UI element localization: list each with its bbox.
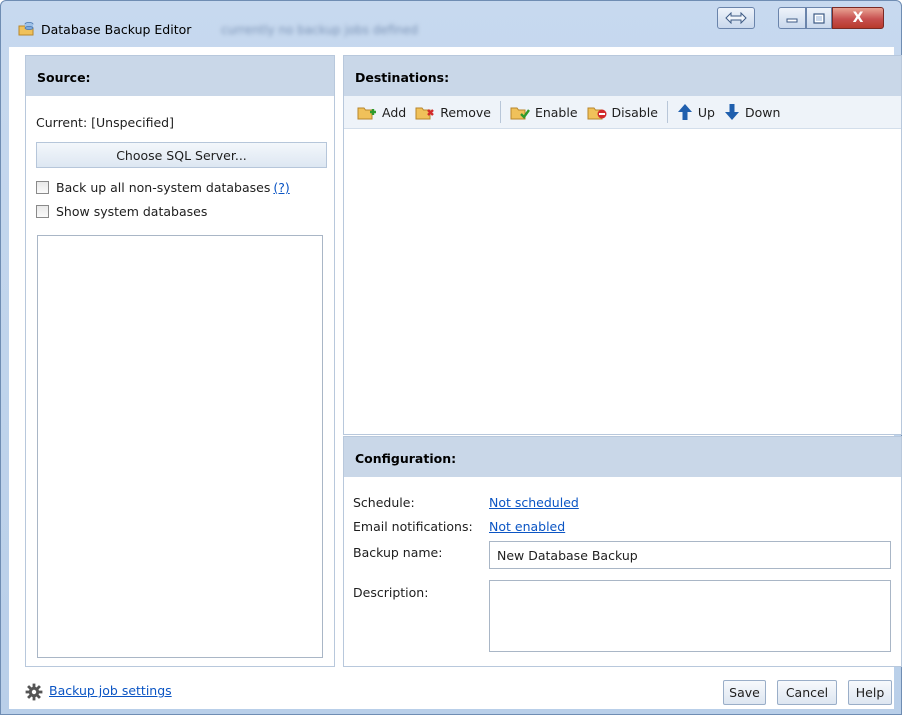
gear-icon [25,683,43,701]
current-value: [Unspecified] [91,115,174,130]
minimize-button[interactable] [778,7,806,29]
email-notifications-link[interactable]: Not enabled [489,519,565,534]
move-up-button[interactable]: Up [677,103,715,121]
remove-destination-button[interactable]: Remove [415,104,491,120]
swap-window-button[interactable] [717,7,755,29]
backup-all-help-link[interactable]: (?) [273,180,289,195]
window-title: Database Backup Editor [41,22,192,37]
destinations-panel: Destinations: Add Remove Enable Disable … [343,55,902,435]
enable-label: Enable [534,104,578,120]
editor-client-area: Source: Current: [Unspecified] Choose SQ… [9,47,902,709]
backup-name-input[interactable]: New Database Backup [489,541,891,569]
backup-name-label: Backup name: [353,545,443,560]
description-input[interactable] [489,580,891,652]
cancel-button[interactable]: Cancel [777,680,837,705]
minimize-icon [786,18,798,23]
database-backup-icon [18,22,34,36]
up-label: Up [697,104,715,120]
schedule-label: Schedule: [353,495,415,510]
backup-all-label: Back up all non-system databases [56,180,271,195]
save-button[interactable]: Save [723,680,766,705]
source-panel: Source: Current: [Unspecified] Choose SQ… [25,55,335,667]
remove-label: Remove [440,104,491,120]
add-destination-button[interactable]: Add [357,104,406,120]
source-header: Source: [26,56,334,96]
destinations-toolbar: Add Remove Enable Disable Up Down [344,96,901,129]
choose-sql-server-button[interactable]: Choose SQL Server... [36,142,327,168]
move-down-button[interactable]: Down [724,103,780,121]
show-system-checkbox[interactable] [36,205,49,218]
add-destination-icon [357,107,376,120]
current-label: Current: [36,115,88,130]
current-server: Current: [Unspecified] [36,115,174,130]
title-bar[interactable]: Database Backup Editor currently no back… [1,1,901,47]
enable-destination-button[interactable]: Enable [510,104,578,120]
swap-arrows-icon [725,12,747,24]
arrow-down-icon [724,104,739,120]
database-backup-editor-window: Database Backup Editor currently no back… [0,0,902,715]
show-system-label: Show system databases [56,204,208,219]
email-notifications-label: Email notifications: [353,519,473,534]
close-button[interactable]: X [832,7,884,29]
description-label: Description: [353,585,429,600]
enable-destination-icon [510,107,530,120]
configuration-panel: Configuration: Schedule: Not scheduled E… [343,436,902,667]
disable-destination-button[interactable]: Disable [587,104,658,120]
disable-label: Disable [611,104,658,120]
toolbar-separator [666,101,668,123]
disable-destination-icon [587,107,607,120]
help-button[interactable]: Help [848,680,892,705]
backup-all-row[interactable]: Back up all non-system databases (?) [36,180,290,195]
add-label: Add [382,104,407,120]
destinations-header: Destinations: [344,56,901,96]
toolbar-separator [499,101,501,123]
database-list[interactable] [37,235,323,658]
schedule-link[interactable]: Not scheduled [489,495,579,510]
close-icon: X [852,10,864,26]
down-label: Down [744,104,781,120]
configuration-header: Configuration: [344,437,901,477]
arrow-up-icon [677,104,692,120]
window-subtitle: currently no backup jobs defined [221,23,419,37]
maximize-button[interactable] [806,7,832,29]
backup-job-settings-link[interactable]: Backup job settings [49,683,172,698]
remove-destination-icon [415,107,435,120]
show-system-row[interactable]: Show system databases [36,204,207,219]
backup-all-checkbox[interactable] [36,181,49,194]
maximize-icon [813,12,825,24]
